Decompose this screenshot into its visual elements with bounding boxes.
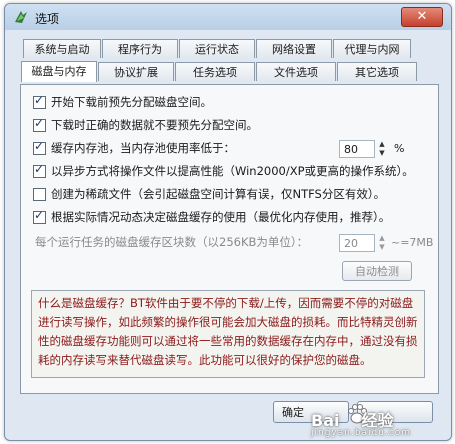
option-async-io[interactable]: 以异步方式将操作文件以提高性能（Win2000/XP或更高的操作系统）。 (33, 162, 414, 180)
tab-system-startup[interactable]: 系统与启动 (23, 39, 101, 58)
tab-protocol-extension[interactable]: 协议扩展 (98, 62, 174, 81)
options-dialog: 选项 ✕ 系统与启动 程序行为 运行状态 网络设置 代理与内网 磁盘与内存 协议… (4, 3, 452, 441)
window-title: 选项 (35, 12, 60, 26)
disk-memory-panel: 开始下载前预先分配磁盘空间。 下载时正确的数据就不要预先分配空间。 缓存内存池，… (20, 84, 439, 394)
checkbox-preallocate[interactable] (33, 93, 46, 109)
option-label: 下载时正确的数据就不要预先分配空间。 (51, 118, 258, 132)
option-label: 根据实际情况动态决定磁盘缓存的使用（最优化内存使用，推荐）。 (51, 210, 391, 224)
cache-blocks-input[interactable]: 20 (339, 234, 375, 252)
tab-network-settings[interactable]: 网络设置 (256, 39, 332, 58)
cache-blocks-label: 每个运行任务的磁盘缓存区块数（以256KB为单位）： (35, 235, 309, 249)
tab-disk-memory[interactable]: 磁盘与内存 (21, 61, 97, 82)
option-sparse-file[interactable]: 创建为稀疏文件（会引起磁盘空间计算有误，仅NTFS分区有效）。 (33, 185, 385, 203)
option-label: 缓存内存池，当内存池使用率低于： (51, 141, 235, 155)
tab-run-status[interactable]: 运行状态 (179, 39, 255, 58)
checkbox-dynamic-cache[interactable] (33, 208, 46, 224)
app-logo-icon (15, 11, 27, 23)
tab-task-options[interactable]: 任务选项 (175, 62, 255, 81)
memory-pool-spinner[interactable]: ▲ ▼ (376, 140, 388, 158)
option-label: 开始下载前预先分配磁盘空间。 (51, 95, 212, 109)
tab-proxy-lan[interactable]: 代理与内网 (333, 39, 411, 58)
tab-file-options[interactable]: 文件选项 (256, 62, 336, 81)
auto-detect-button[interactable]: 自动检测 (342, 261, 412, 281)
option-memory-pool[interactable]: 缓存内存池，当内存池使用率低于： (33, 139, 235, 157)
tab-other-options[interactable]: 其它选项 (337, 62, 417, 81)
close-button[interactable]: ✕ (401, 7, 443, 27)
checkbox-memory-pool[interactable] (33, 139, 46, 155)
tab-row-upper: 系统与启动 程序行为 运行状态 网络设置 代理与内网 (23, 39, 412, 59)
tab-program-behavior[interactable]: 程序行为 (102, 39, 178, 58)
baidu-jingyan-watermark: Bai 经验 jingyan.baidu.com (311, 411, 412, 438)
tab-row-lower: 磁盘与内存 协议扩展 任务选项 文件选项 其它选项 (21, 61, 418, 82)
option-no-prealloc-correct[interactable]: 下载时正确的数据就不要预先分配空间。 (33, 116, 258, 134)
checkbox-sparse-file[interactable] (33, 187, 46, 201)
memory-pool-percent-input[interactable]: 80 (339, 140, 375, 158)
disk-cache-explanation: 什么是磁盘缓存？BT软件由于要不停的下载/上传，因而需要不停的对磁盘进行读写操作… (31, 290, 425, 378)
percent-unit: % (394, 142, 405, 155)
option-label: 创建为稀疏文件（会引起磁盘空间计算有误，仅NTFS分区有效）。 (51, 187, 386, 201)
cache-blocks-spinner[interactable]: ▲ ▼ (376, 234, 388, 252)
option-label: 以异步方式将操作文件以提高性能（Win2000/XP或更高的操作系统）。 (51, 164, 414, 178)
cache-size-estimate: ~=7MB (391, 236, 434, 249)
title-bar[interactable]: 选项 ✕ (5, 4, 451, 30)
checkbox-async-io[interactable] (33, 162, 46, 178)
option-preallocate[interactable]: 开始下载前预先分配磁盘空间。 (33, 93, 212, 111)
checkbox-no-prealloc[interactable] (33, 116, 46, 132)
option-dynamic-cache[interactable]: 根据实际情况动态决定磁盘缓存的使用（最优化内存使用，推荐）。 (33, 208, 390, 226)
